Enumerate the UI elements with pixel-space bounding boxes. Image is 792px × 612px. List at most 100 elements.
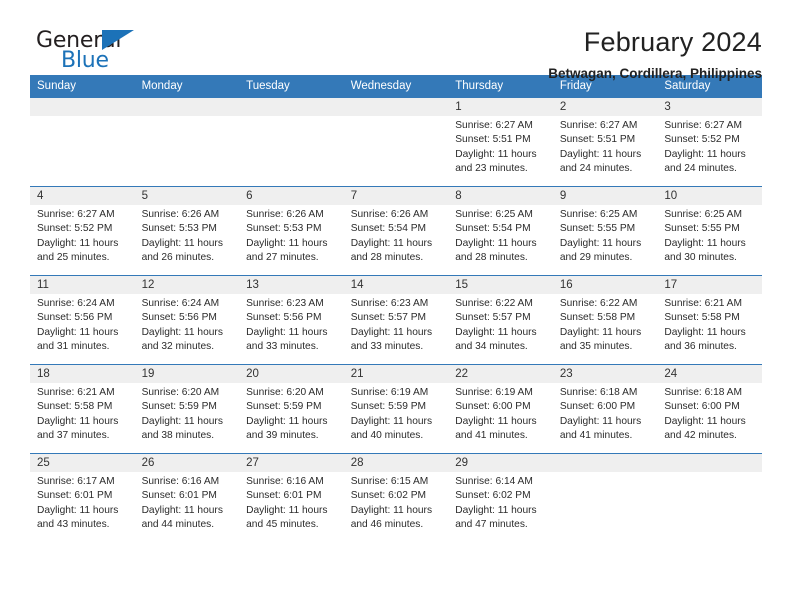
logo-text-blue: Blue bbox=[61, 48, 109, 73]
sunrise-text: Sunrise: 6:18 AM bbox=[559, 387, 638, 398]
day-number: 26 bbox=[134, 454, 240, 472]
sunrise-text: Sunrise: 6:19 AM bbox=[455, 387, 533, 398]
calendar-day-cell[interactable]: 19 Sunrise: 6:20 AM Sunset: 5:59 PM Dayligh… bbox=[134, 364, 240, 454]
calendar-week-row: 4 Sunrise: 6:27 AM Sunset: 5:52 PM Daylight… bbox=[30, 186, 762, 276]
calendar-day-cell[interactable]: 25 Sunrise: 6:17 AM Sunset: 6:01 PM Dayligh… bbox=[30, 453, 135, 543]
day-number: 10 bbox=[657, 187, 762, 205]
daylight-text: Daylight: 11 hours and 33 minutes. bbox=[350, 326, 433, 352]
calendar-day-cell[interactable]: 18 Sunrise: 6:21 AM Sunset: 5:58 PM Dayligh… bbox=[30, 364, 135, 454]
sunset-text: Sunset: 5:57 PM bbox=[455, 312, 531, 324]
calendar-day-cell[interactable]: 29 Sunrise: 6:14 AM Sunset: 6:02 PM Dayligh… bbox=[448, 453, 553, 543]
sunset-text: Sunset: 5:56 PM bbox=[37, 312, 113, 324]
day-details: Sunrise: 6:16 AM Sunset: 6:01 PM Daylight:… bbox=[135, 472, 240, 532]
calendar-day-cell[interactable]: 20 Sunrise: 6:20 AM Sunset: 5:59 PM Dayligh… bbox=[239, 364, 344, 454]
calendar-day-cell[interactable]: 21 Sunrise: 6:19 AM Sunset: 5:59 PM Dayligh… bbox=[343, 364, 449, 454]
calendar-day-cell[interactable]: 15 Sunrise: 6:22 AM Sunset: 5:57 PM Dayligh… bbox=[448, 275, 553, 365]
sunset-text: Sunset: 5:54 PM bbox=[350, 223, 427, 235]
calendar-day-cell[interactable]: 27 Sunrise: 6:16 AM Sunset: 6:01 PM Dayligh… bbox=[239, 453, 344, 543]
day-number bbox=[343, 98, 449, 116]
calendar-day-cell[interactable]: 16 Sunrise: 6:22 AM Sunset: 5:58 PM Dayligh… bbox=[552, 275, 658, 365]
daylight-text: Daylight: 11 hours and 42 minutes. bbox=[664, 415, 746, 441]
day-details: Sunrise: 6:18 AM Sunset: 6:00 PM Daylight:… bbox=[657, 383, 762, 443]
day-number bbox=[657, 454, 762, 472]
day-details: Sunrise: 6:26 AM Sunset: 5:53 PM Daylight:… bbox=[135, 205, 240, 265]
daylight-text: Daylight: 11 hours and 41 minutes. bbox=[455, 415, 537, 441]
sunrise-text: Sunrise: 6:27 AM bbox=[559, 120, 638, 131]
sunrise-text: Sunrise: 6:23 AM bbox=[350, 298, 429, 309]
daylight-text: Daylight: 11 hours and 38 minutes. bbox=[141, 415, 223, 441]
day-number: 3 bbox=[657, 98, 762, 116]
sunset-text: Sunset: 5:58 PM bbox=[559, 312, 636, 324]
calendar-day-cell[interactable]: 7 Sunrise: 6:26 AM Sunset: 5:54 PM Daylight… bbox=[343, 186, 449, 276]
calendar-day-cell[interactable]: 2 Sunrise: 6:27 AM Sunset: 5:51 PM Daylight… bbox=[552, 97, 658, 187]
calendar-day-cell[interactable]: 5 Sunrise: 6:26 AM Sunset: 5:53 PM Daylight… bbox=[134, 186, 240, 276]
calendar-day-cell[interactable]: 10 Sunrise: 6:25 AM Sunset: 5:55 PM Dayligh… bbox=[657, 186, 762, 276]
calendar-day-cell[interactable]: 23 Sunrise: 6:18 AM Sunset: 6:00 PM Dayligh… bbox=[552, 364, 658, 454]
sunrise-text: Sunrise: 6:21 AM bbox=[664, 298, 742, 309]
weekday-header-tuesday: Tuesday bbox=[239, 75, 344, 98]
calendar-week-row: 11 Sunrise: 6:24 AM Sunset: 5:56 PM Dayligh… bbox=[30, 275, 762, 365]
daylight-text: Daylight: 11 hours and 45 minutes. bbox=[246, 504, 328, 530]
sunrise-text: Sunrise: 6:22 AM bbox=[559, 298, 638, 309]
sunrise-text: Sunrise: 6:22 AM bbox=[455, 298, 533, 309]
day-details: Sunrise: 6:17 AM Sunset: 6:01 PM Daylight:… bbox=[30, 472, 135, 532]
sunset-text: Sunset: 5:52 PM bbox=[664, 134, 740, 146]
calendar-day-cell[interactable]: 22 Sunrise: 6:19 AM Sunset: 6:00 PM Dayligh… bbox=[448, 364, 553, 454]
day-number: 11 bbox=[30, 276, 135, 294]
daylight-text: Daylight: 11 hours and 40 minutes. bbox=[350, 415, 433, 441]
day-details: Sunrise: 6:20 AM Sunset: 5:59 PM Daylight:… bbox=[135, 383, 240, 443]
calendar-day-cell[interactable]: 11 Sunrise: 6:24 AM Sunset: 5:56 PM Dayligh… bbox=[30, 275, 135, 365]
sunset-text: Sunset: 5:59 PM bbox=[350, 401, 427, 413]
calendar-cell-empty bbox=[552, 453, 658, 543]
calendar-week-row: 25 Sunrise: 6:17 AM Sunset: 6:01 PM Dayligh… bbox=[30, 453, 762, 543]
daylight-text: Daylight: 11 hours and 47 minutes. bbox=[455, 504, 537, 530]
calendar-day-cell[interactable]: 8 Sunrise: 6:25 AM Sunset: 5:54 PM Daylight… bbox=[448, 186, 553, 276]
calendar-day-cell[interactable]: 14 Sunrise: 6:23 AM Sunset: 5:57 PM Dayligh… bbox=[343, 275, 449, 365]
day-details: Sunrise: 6:24 AM Sunset: 5:56 PM Daylight:… bbox=[30, 294, 135, 354]
calendar-day-cell[interactable]: 6 Sunrise: 6:26 AM Sunset: 5:53 PM Daylight… bbox=[239, 186, 344, 276]
day-number: 6 bbox=[239, 187, 344, 205]
sunset-text: Sunset: 5:55 PM bbox=[664, 223, 740, 235]
sunset-text: Sunset: 5:53 PM bbox=[246, 223, 322, 235]
sunrise-text: Sunrise: 6:24 AM bbox=[37, 298, 115, 309]
day-number: 5 bbox=[134, 187, 240, 205]
day-details: Sunrise: 6:19 AM Sunset: 6:00 PM Daylight:… bbox=[448, 383, 553, 443]
sunset-text: Sunset: 5:56 PM bbox=[141, 312, 217, 324]
day-details: Sunrise: 6:25 AM Sunset: 5:55 PM Daylight:… bbox=[657, 205, 762, 265]
calendar-day-cell[interactable]: 26 Sunrise: 6:16 AM Sunset: 6:01 PM Dayligh… bbox=[134, 453, 240, 543]
calendar-day-cell[interactable]: 1 Sunrise: 6:27 AM Sunset: 5:51 PM Daylight… bbox=[448, 97, 553, 187]
day-details: Sunrise: 6:20 AM Sunset: 5:59 PM Daylight:… bbox=[239, 383, 344, 443]
sunset-text: Sunset: 5:58 PM bbox=[37, 401, 113, 413]
weekday-header-sunday: Sunday bbox=[30, 75, 135, 98]
calendar-day-cell[interactable]: 24 Sunrise: 6:18 AM Sunset: 6:00 PM Dayligh… bbox=[657, 364, 762, 454]
daylight-text: Daylight: 11 hours and 46 minutes. bbox=[350, 504, 433, 530]
calendar-day-cell[interactable]: 13 Sunrise: 6:23 AM Sunset: 5:56 PM Dayligh… bbox=[239, 275, 344, 365]
daylight-text: Daylight: 11 hours and 31 minutes. bbox=[37, 326, 119, 352]
day-number: 29 bbox=[448, 454, 553, 472]
sunrise-text: Sunrise: 6:14 AM bbox=[455, 476, 533, 487]
daylight-text: Daylight: 11 hours and 41 minutes. bbox=[559, 415, 642, 441]
day-number: 18 bbox=[30, 365, 135, 383]
calendar-day-cell[interactable]: 12 Sunrise: 6:24 AM Sunset: 5:56 PM Dayligh… bbox=[134, 275, 240, 365]
day-number: 4 bbox=[30, 187, 135, 205]
sunrise-text: Sunrise: 6:26 AM bbox=[246, 209, 324, 220]
calendar-day-cell[interactable]: 17 Sunrise: 6:21 AM Sunset: 5:58 PM Dayligh… bbox=[657, 275, 762, 365]
sunset-text: Sunset: 5:54 PM bbox=[455, 223, 531, 235]
daylight-text: Daylight: 11 hours and 23 minutes. bbox=[455, 148, 537, 174]
page-header: General Blue February 2024 Betwagan, Cor… bbox=[30, 0, 762, 81]
calendar-day-cell[interactable]: 4 Sunrise: 6:27 AM Sunset: 5:52 PM Daylight… bbox=[30, 186, 135, 276]
day-number: 2 bbox=[552, 98, 658, 116]
daylight-text: Daylight: 11 hours and 37 minutes. bbox=[37, 415, 119, 441]
sunset-text: Sunset: 6:00 PM bbox=[664, 401, 740, 413]
day-details: Sunrise: 6:14 AM Sunset: 6:02 PM Daylight:… bbox=[448, 472, 553, 532]
sunrise-text: Sunrise: 6:23 AM bbox=[246, 298, 324, 309]
daylight-text: Daylight: 11 hours and 33 minutes. bbox=[246, 326, 328, 352]
sunset-text: Sunset: 5:59 PM bbox=[246, 401, 322, 413]
calendar-day-cell[interactable]: 9 Sunrise: 6:25 AM Sunset: 5:55 PM Daylight… bbox=[552, 186, 658, 276]
calendar-day-cell[interactable]: 28 Sunrise: 6:15 AM Sunset: 6:02 PM Dayligh… bbox=[343, 453, 449, 543]
sunrise-text: Sunrise: 6:25 AM bbox=[455, 209, 533, 220]
daylight-text: Daylight: 11 hours and 39 minutes. bbox=[246, 415, 328, 441]
daylight-text: Daylight: 11 hours and 44 minutes. bbox=[141, 504, 223, 530]
day-details: Sunrise: 6:21 AM Sunset: 5:58 PM Daylight:… bbox=[657, 294, 762, 354]
calendar-day-cell[interactable]: 3 Sunrise: 6:27 AM Sunset: 5:52 PM Daylight… bbox=[657, 97, 762, 187]
